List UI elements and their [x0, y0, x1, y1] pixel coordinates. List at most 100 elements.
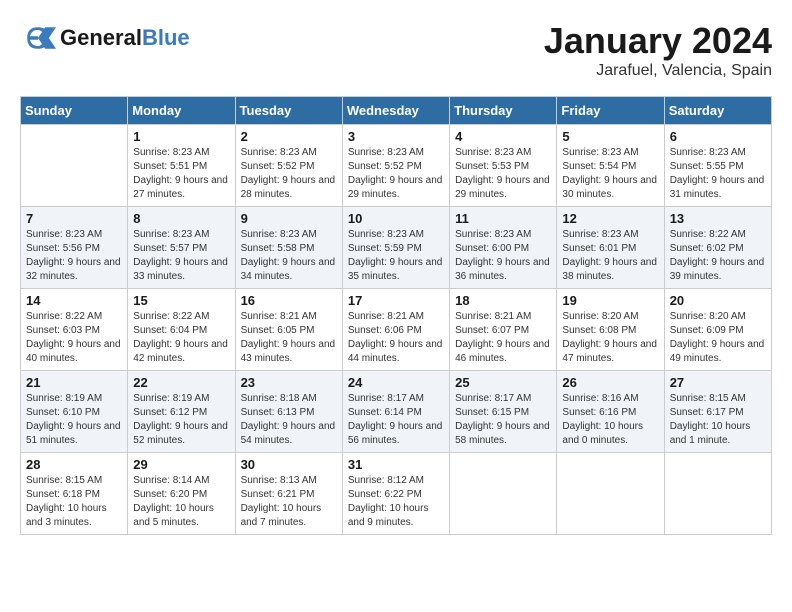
calendar-cell: 9 Sunrise: 8:23 AM Sunset: 5:58 PM Dayli… [235, 207, 342, 289]
sunset-text: Sunset: 6:13 PM [241, 407, 315, 418]
calendar-week-row: 7 Sunrise: 8:23 AM Sunset: 5:56 PM Dayli… [21, 207, 772, 289]
sunrise-text: Sunrise: 8:15 AM [670, 393, 746, 404]
logo-text: GeneralBlue [60, 26, 190, 50]
calendar-cell [664, 453, 771, 535]
daylight-text: Daylight: 10 hours and 7 minutes. [241, 503, 322, 528]
calendar-week-row: 14 Sunrise: 8:22 AM Sunset: 6:03 PM Dayl… [21, 289, 772, 371]
day-info: Sunrise: 8:23 AM Sunset: 5:52 PM Dayligh… [348, 146, 444, 202]
calendar-cell [557, 453, 664, 535]
daylight-text: Daylight: 9 hours and 36 minutes. [455, 257, 550, 282]
day-number: 13 [670, 211, 766, 226]
day-info: Sunrise: 8:23 AM Sunset: 6:01 PM Dayligh… [562, 228, 658, 284]
daylight-text: Daylight: 9 hours and 40 minutes. [26, 339, 121, 364]
daylight-text: Daylight: 9 hours and 43 minutes. [241, 339, 336, 364]
daylight-text: Daylight: 9 hours and 29 minutes. [455, 175, 550, 200]
day-info: Sunrise: 8:21 AM Sunset: 6:07 PM Dayligh… [455, 310, 551, 366]
sunset-text: Sunset: 6:04 PM [133, 325, 207, 336]
daylight-text: Daylight: 10 hours and 0 minutes. [562, 421, 643, 446]
day-number: 10 [348, 211, 444, 226]
day-number: 4 [455, 129, 551, 144]
calendar-table: SundayMondayTuesdayWednesdayThursdayFrid… [20, 96, 772, 535]
calendar-cell: 28 Sunrise: 8:15 AM Sunset: 6:18 PM Dayl… [21, 453, 128, 535]
day-info: Sunrise: 8:13 AM Sunset: 6:21 PM Dayligh… [241, 474, 337, 530]
sunset-text: Sunset: 6:02 PM [670, 243, 744, 254]
sunset-text: Sunset: 6:09 PM [670, 325, 744, 336]
day-number: 15 [133, 293, 229, 308]
day-info: Sunrise: 8:23 AM Sunset: 5:52 PM Dayligh… [241, 146, 337, 202]
calendar-cell: 22 Sunrise: 8:19 AM Sunset: 6:12 PM Dayl… [128, 371, 235, 453]
sunrise-text: Sunrise: 8:12 AM [348, 475, 424, 486]
sunrise-text: Sunrise: 8:13 AM [241, 475, 317, 486]
day-number: 14 [26, 293, 122, 308]
sunrise-text: Sunrise: 8:20 AM [562, 311, 638, 322]
day-number: 28 [26, 457, 122, 472]
sunrise-text: Sunrise: 8:23 AM [562, 229, 638, 240]
daylight-text: Daylight: 9 hours and 38 minutes. [562, 257, 657, 282]
daylight-text: Daylight: 9 hours and 28 minutes. [241, 175, 336, 200]
calendar-cell: 5 Sunrise: 8:23 AM Sunset: 5:54 PM Dayli… [557, 125, 664, 207]
sunset-text: Sunset: 6:18 PM [26, 489, 100, 500]
daylight-text: Daylight: 10 hours and 3 minutes. [26, 503, 107, 528]
daylight-text: Daylight: 9 hours and 46 minutes. [455, 339, 550, 364]
sunrise-text: Sunrise: 8:23 AM [26, 229, 102, 240]
calendar-week-row: 1 Sunrise: 8:23 AM Sunset: 5:51 PM Dayli… [21, 125, 772, 207]
calendar-cell: 1 Sunrise: 8:23 AM Sunset: 5:51 PM Dayli… [128, 125, 235, 207]
sunset-text: Sunset: 5:52 PM [241, 161, 315, 172]
calendar-cell: 31 Sunrise: 8:12 AM Sunset: 6:22 PM Dayl… [342, 453, 449, 535]
sunset-text: Sunset: 6:15 PM [455, 407, 529, 418]
sunrise-text: Sunrise: 8:23 AM [133, 147, 209, 158]
calendar-week-row: 28 Sunrise: 8:15 AM Sunset: 6:18 PM Dayl… [21, 453, 772, 535]
calendar-cell: 3 Sunrise: 8:23 AM Sunset: 5:52 PM Dayli… [342, 125, 449, 207]
calendar-cell: 6 Sunrise: 8:23 AM Sunset: 5:55 PM Dayli… [664, 125, 771, 207]
daylight-text: Daylight: 9 hours and 34 minutes. [241, 257, 336, 282]
sunrise-text: Sunrise: 8:23 AM [241, 147, 317, 158]
sunrise-text: Sunrise: 8:23 AM [455, 229, 531, 240]
daylight-text: Daylight: 9 hours and 44 minutes. [348, 339, 443, 364]
day-number: 7 [26, 211, 122, 226]
day-number: 6 [670, 129, 766, 144]
day-number: 19 [562, 293, 658, 308]
day-number: 9 [241, 211, 337, 226]
calendar-cell: 23 Sunrise: 8:18 AM Sunset: 6:13 PM Dayl… [235, 371, 342, 453]
day-number: 22 [133, 375, 229, 390]
daylight-text: Daylight: 10 hours and 5 minutes. [133, 503, 214, 528]
sunset-text: Sunset: 6:08 PM [562, 325, 636, 336]
day-number: 21 [26, 375, 122, 390]
day-info: Sunrise: 8:23 AM Sunset: 5:53 PM Dayligh… [455, 146, 551, 202]
logo-icon [20, 20, 56, 56]
sunset-text: Sunset: 5:52 PM [348, 161, 422, 172]
calendar-cell: 25 Sunrise: 8:17 AM Sunset: 6:15 PM Dayl… [450, 371, 557, 453]
day-info: Sunrise: 8:22 AM Sunset: 6:02 PM Dayligh… [670, 228, 766, 284]
day-number: 29 [133, 457, 229, 472]
sunset-text: Sunset: 6:17 PM [670, 407, 744, 418]
daylight-text: Daylight: 9 hours and 42 minutes. [133, 339, 228, 364]
weekday-header: Monday [128, 97, 235, 125]
calendar-cell: 16 Sunrise: 8:21 AM Sunset: 6:05 PM Dayl… [235, 289, 342, 371]
day-info: Sunrise: 8:18 AM Sunset: 6:13 PM Dayligh… [241, 392, 337, 448]
day-info: Sunrise: 8:23 AM Sunset: 5:55 PM Dayligh… [670, 146, 766, 202]
calendar-cell: 24 Sunrise: 8:17 AM Sunset: 6:14 PM Dayl… [342, 371, 449, 453]
daylight-text: Daylight: 9 hours and 51 minutes. [26, 421, 121, 446]
day-number: 25 [455, 375, 551, 390]
day-info: Sunrise: 8:23 AM Sunset: 5:58 PM Dayligh… [241, 228, 337, 284]
day-number: 1 [133, 129, 229, 144]
calendar-cell: 15 Sunrise: 8:22 AM Sunset: 6:04 PM Dayl… [128, 289, 235, 371]
sunrise-text: Sunrise: 8:21 AM [348, 311, 424, 322]
sunset-text: Sunset: 6:06 PM [348, 325, 422, 336]
daylight-text: Daylight: 9 hours and 31 minutes. [670, 175, 765, 200]
sunrise-text: Sunrise: 8:23 AM [133, 229, 209, 240]
sunset-text: Sunset: 6:21 PM [241, 489, 315, 500]
day-info: Sunrise: 8:16 AM Sunset: 6:16 PM Dayligh… [562, 392, 658, 448]
sunset-text: Sunset: 5:59 PM [348, 243, 422, 254]
calendar-cell [450, 453, 557, 535]
calendar-cell: 10 Sunrise: 8:23 AM Sunset: 5:59 PM Dayl… [342, 207, 449, 289]
sunrise-text: Sunrise: 8:23 AM [455, 147, 531, 158]
sunrise-text: Sunrise: 8:18 AM [241, 393, 317, 404]
sunrise-text: Sunrise: 8:23 AM [562, 147, 638, 158]
daylight-text: Daylight: 9 hours and 39 minutes. [670, 257, 765, 282]
sunset-text: Sunset: 5:51 PM [133, 161, 207, 172]
daylight-text: Daylight: 9 hours and 35 minutes. [348, 257, 443, 282]
calendar-cell: 8 Sunrise: 8:23 AM Sunset: 5:57 PM Dayli… [128, 207, 235, 289]
calendar-cell: 26 Sunrise: 8:16 AM Sunset: 6:16 PM Dayl… [557, 371, 664, 453]
day-number: 12 [562, 211, 658, 226]
